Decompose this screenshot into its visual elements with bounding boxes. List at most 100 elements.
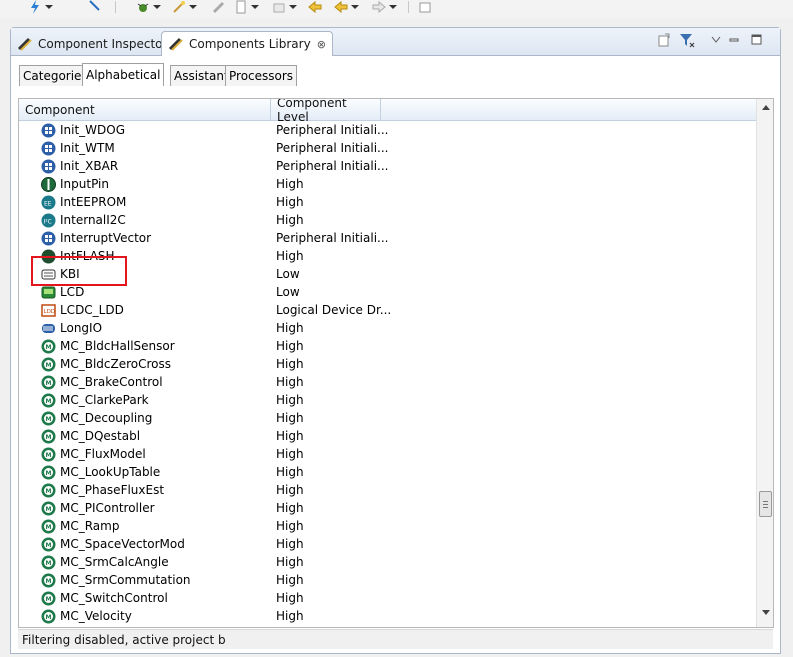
component-name-cell[interactable]: InterruptVector — [41, 229, 151, 247]
component-name-cell[interactable]: M MC_BldcHallSensor — [41, 337, 175, 355]
forward-dropdown[interactable] — [372, 0, 397, 14]
scroll-thumb[interactable] — [759, 491, 772, 517]
component-name-cell[interactable]: M MC_PIController — [41, 499, 155, 517]
component-name-cell[interactable]: LDD LCDC_LDD — [41, 301, 124, 319]
component-name-cell[interactable]: M MC_BldcZeroCross — [41, 355, 171, 373]
table-row[interactable]: InputPin High — [19, 175, 757, 193]
scroll-down-arrow[interactable] — [757, 604, 773, 621]
component-mc-icon: M — [41, 537, 56, 552]
wand-dropdown[interactable] — [172, 0, 197, 14]
component-name-cell[interactable]: Init_WTM — [41, 139, 115, 157]
component-mc-icon: M — [41, 375, 56, 390]
component-name-cell[interactable]: EE IntEEPROM — [41, 193, 126, 211]
up-folder-dropdown[interactable] — [272, 0, 297, 14]
vertical-scrollbar[interactable] — [756, 99, 773, 627]
table-row[interactable]: LongIO High — [19, 319, 757, 337]
table-row[interactable]: InterruptVector Peripheral Initiali... — [19, 229, 757, 247]
table-row[interactable]: LCD Low — [19, 283, 757, 301]
component-name: InternalI2C — [60, 213, 126, 227]
component-name-cell[interactable]: M MC_PhaseFluxEst — [41, 481, 164, 499]
component-name-cell[interactable]: M MC_Ramp — [41, 517, 119, 535]
svg-text:M: M — [46, 488, 52, 495]
component-name: LongIO — [60, 321, 103, 335]
maximize-icon[interactable] — [751, 34, 763, 46]
chevron-down-icon — [189, 5, 197, 9]
debug-dropdown[interactable] — [136, 0, 161, 14]
table-row[interactable]: M MC_ClarkePark High — [19, 391, 757, 409]
table-row[interactable]: Init_XBAR Peripheral Initiali... — [19, 157, 757, 175]
document-dropdown[interactable] — [234, 0, 259, 14]
tab-assistant[interactable]: Assistant — [170, 65, 233, 86]
table-row[interactable]: M MC_FluxModel High — [19, 445, 757, 463]
table-row[interactable]: M MC_SrmCommutation High — [19, 571, 757, 589]
table-row[interactable]: EE IntEEPROM High — [19, 193, 757, 211]
component-level-cell: High — [276, 177, 304, 191]
component-name-cell[interactable]: M MC_SrmCalcAngle — [41, 553, 169, 571]
close-icon[interactable]: ⊗ — [317, 38, 326, 51]
table-row[interactable]: M MC_LookUpTable High — [19, 463, 757, 481]
table-row[interactable]: I²C InternalI2C High — [19, 211, 757, 229]
table-row[interactable]: KBI Low — [19, 265, 757, 283]
component-level-cell: High — [276, 555, 304, 569]
component-name-cell[interactable]: M MC_SpaceVectorMod — [41, 535, 185, 553]
view-menu-icon[interactable] — [711, 36, 721, 44]
back-dropdown[interactable] — [334, 0, 359, 14]
component-name-cell[interactable]: InputPin — [41, 175, 109, 193]
table-row[interactable]: M MC_BldcZeroCross High — [19, 355, 757, 373]
component-name-cell[interactable]: M MC_DQestabl — [41, 427, 140, 445]
tab-components-library[interactable]: Components Library ⊗ — [161, 31, 333, 56]
table-row[interactable]: M MC_BldcHallSensor High — [19, 337, 757, 355]
component-name-cell[interactable]: LongIO — [41, 319, 102, 337]
tab-categories[interactable]: Categories — [19, 65, 92, 86]
table-row[interactable]: M MC_SwitchControl High — [19, 589, 757, 607]
tab-alphabetical[interactable]: Alphabetical — [82, 63, 165, 86]
component-mc-icon: M — [41, 609, 56, 624]
component-name-cell[interactable]: M MC_Velocity — [41, 607, 132, 625]
component-name-cell[interactable]: M MC_Decoupling — [41, 409, 152, 427]
filter-icon[interactable] — [679, 32, 695, 48]
minimize-icon[interactable] — [729, 36, 739, 44]
component-level-cell: High — [276, 195, 304, 209]
pin-button[interactable] — [88, 0, 102, 14]
run-dropdown[interactable] — [28, 0, 53, 14]
component-name-cell[interactable]: M MC_BrakeControl — [41, 373, 163, 391]
table-row[interactable]: M MC_SpaceVectorMod High — [19, 535, 757, 553]
scroll-up-arrow[interactable] — [757, 99, 773, 116]
new-document-icon[interactable] — [657, 33, 671, 47]
component-name-cell[interactable]: I²C InternalI2C — [41, 211, 126, 229]
component-name-cell[interactable]: Init_WDOG — [41, 121, 125, 139]
table-row[interactable]: M MC_BrakeControl High — [19, 373, 757, 391]
svg-text:M: M — [46, 362, 52, 369]
component-lcd-icon — [41, 285, 56, 300]
component-level-cell: High — [276, 357, 304, 371]
pencil-button[interactable] — [212, 0, 226, 14]
chevron-down-icon — [389, 5, 397, 9]
table-row[interactable]: M MC_Ramp High — [19, 517, 757, 535]
back-edit-button[interactable] — [308, 0, 322, 14]
table-row[interactable]: Init_WDOG Peripheral Initiali... — [19, 121, 757, 139]
table-row[interactable]: M MC_Decoupling High — [19, 409, 757, 427]
component-level-cell: High — [276, 411, 304, 425]
table-row[interactable]: M MC_Velocity High — [19, 607, 757, 625]
component-mc-icon: M — [41, 519, 56, 534]
export-button[interactable] — [418, 0, 432, 14]
table-row[interactable]: IntFLASH High — [19, 247, 757, 265]
component-name-cell[interactable]: M MC_SrmCommutation — [41, 571, 191, 589]
component-name-cell[interactable]: M MC_ClarkePark — [41, 391, 149, 409]
component-level-cell: High — [276, 213, 304, 227]
table-row[interactable]: M MC_PhaseFluxEst High — [19, 481, 757, 499]
column-header-component-level[interactable]: Component Level — [271, 99, 381, 124]
table-row[interactable]: M MC_DQestabl High — [19, 427, 757, 445]
table-row[interactable]: LDD LCDC_LDD Logical Device Dr... — [19, 301, 757, 319]
column-header-component[interactable]: Component — [19, 99, 271, 121]
component-name-cell[interactable]: M MC_LookUpTable — [41, 463, 160, 481]
table-row[interactable]: M MC_SrmCalcAngle High — [19, 553, 757, 571]
component-name-cell[interactable]: M MC_SwitchControl — [41, 589, 168, 607]
tab-component-inspector[interactable]: Component Inspector — [11, 31, 173, 56]
table-row[interactable]: M MC_PIController High — [19, 499, 757, 517]
toolbar-separator — [115, 1, 116, 13]
tab-processors[interactable]: Processors — [225, 65, 298, 86]
component-name-cell[interactable]: M MC_FluxModel — [41, 445, 146, 463]
component-name-cell[interactable]: Init_XBAR — [41, 157, 118, 175]
table-row[interactable]: Init_WTM Peripheral Initiali... — [19, 139, 757, 157]
